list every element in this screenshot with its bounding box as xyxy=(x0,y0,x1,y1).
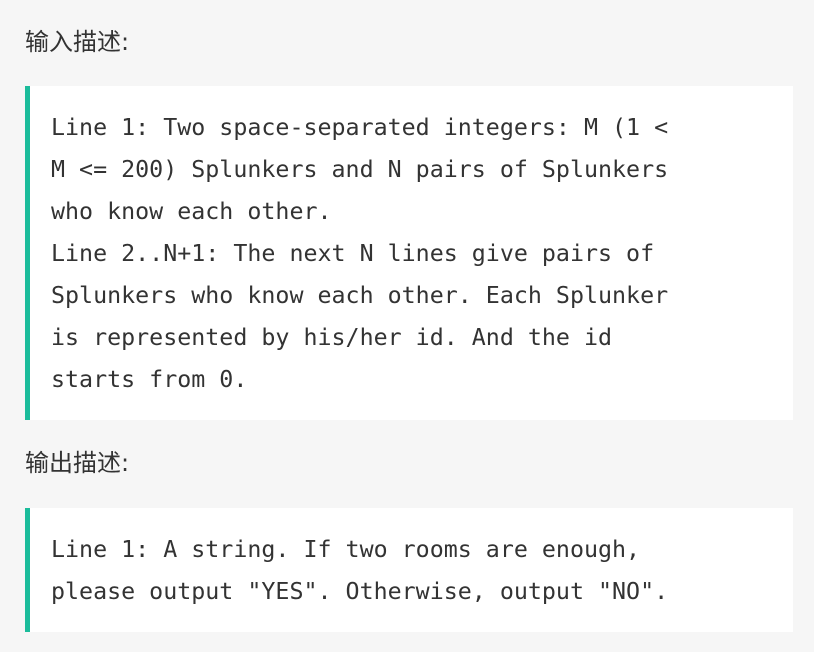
input-line-4: Line 2..N+1: The next N lines give pairs… xyxy=(51,240,655,267)
input-line-6: is represented by his/her id. And the id xyxy=(51,324,613,351)
input-line-2: M <= 200) Splunkers and N pairs of Splun… xyxy=(51,156,669,183)
input-line-1: Line 1: Two space-separated integers: M … xyxy=(51,114,669,141)
output-line-1: Line 1: A string. If two rooms are enoug… xyxy=(51,536,641,563)
input-description-block: Line 1: Two space-separated integers: M … xyxy=(25,86,793,420)
output-description-text: Line 1: A string. If two rooms are enoug… xyxy=(51,508,793,613)
input-description-heading: 输入描述: xyxy=(25,28,130,56)
input-line-7: starts from 0. xyxy=(51,366,248,393)
input-line-5: Splunkers who know each other. Each Splu… xyxy=(51,282,669,309)
output-line-2: please output "YES". Otherwise, output "… xyxy=(51,578,669,605)
output-description-block: Line 1: A string. If two rooms are enoug… xyxy=(25,508,793,632)
input-line-3: who know each other. xyxy=(51,198,332,225)
input-description-text: Line 1: Two space-separated integers: M … xyxy=(51,86,793,401)
output-description-heading: 输出描述: xyxy=(25,449,130,477)
